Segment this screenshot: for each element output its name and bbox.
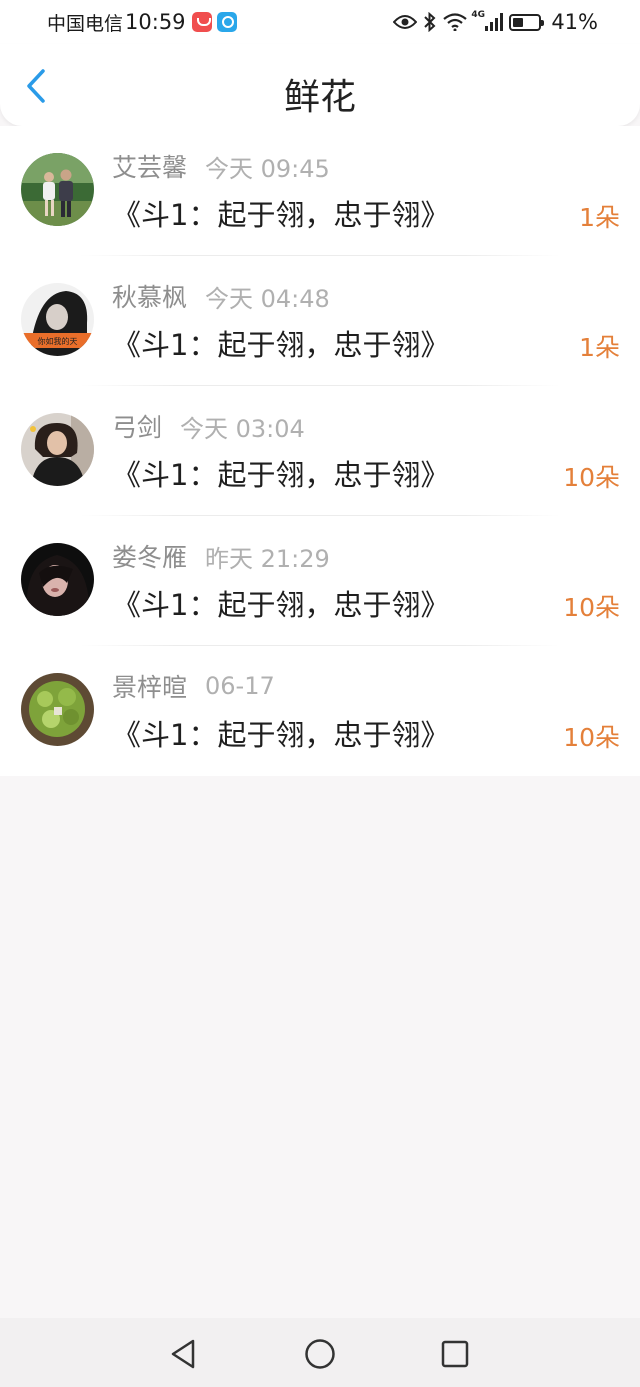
- shopping-app-icon: [191, 12, 212, 32]
- page-title: 鲜花: [283, 77, 356, 118]
- cellular-signal: 4G: [471, 10, 504, 31]
- battery-percent: 41%: [551, 10, 598, 34]
- wifi-icon: [443, 13, 468, 31]
- triangle-back-icon: [171, 1339, 195, 1369]
- bluetooth-icon: [424, 12, 436, 32]
- avatar[interactable]: [21, 153, 94, 226]
- nav-recents-button[interactable]: [435, 1334, 475, 1374]
- avatar[interactable]: [21, 543, 94, 616]
- flower-quantity: 10朵: [563, 593, 620, 622]
- gift-meta: 景梓暄 06-17: [112, 670, 275, 702]
- nav-home-button[interactable]: [300, 1334, 340, 1374]
- sender-name[interactable]: 娄冬雁: [112, 538, 187, 574]
- network-type-label: 4G: [471, 10, 485, 20]
- nav-back-button[interactable]: [163, 1334, 203, 1374]
- avatar[interactable]: [21, 413, 94, 486]
- gift-time: 今天 03:04: [180, 414, 305, 443]
- avatar[interactable]: [21, 673, 94, 746]
- flower-quantity: 1朵: [579, 333, 620, 362]
- status-left: 中国电信 10:59: [47, 8, 237, 36]
- status-bar: 中国电信 10:59 4G 41%: [0, 0, 640, 44]
- gift-meta: 艾芸馨 今天 09:45: [112, 148, 330, 184]
- list-item[interactable]: 娄冬雁 昨天 21:29 《斗1：起于翎，忠于翎》 10朵: [0, 516, 640, 646]
- sender-name[interactable]: 景梓暄: [112, 668, 187, 704]
- square-recents-icon: [441, 1340, 469, 1368]
- battery-fill: [513, 17, 524, 27]
- book-title[interactable]: 《斗1：起于翎，忠于翎》: [112, 712, 449, 754]
- book-title[interactable]: 《斗1：起于翎，忠于翎》: [112, 192, 449, 234]
- battery-icon: [509, 13, 545, 31]
- avatar-caption: 你如我的天: [38, 336, 78, 346]
- sender-name[interactable]: 艾芸馨: [112, 148, 187, 184]
- gift-meta: 秋慕枫 今天 04:48: [112, 278, 330, 314]
- system-nav-bar: [0, 1318, 640, 1387]
- signal-bars-icon: [485, 13, 504, 31]
- gift-meta: 娄冬雁 昨天 21:29: [112, 538, 330, 574]
- list-item[interactable]: 弓剑 今天 03:04 《斗1：起于翎，忠于翎》 10朵: [0, 386, 640, 516]
- status-right: 4G 41%: [393, 8, 598, 36]
- list-item[interactable]: 你如我的天 秋慕枫 今天 04:48 《斗1：起于翎，忠于翎》 1朵: [0, 256, 640, 386]
- page-header: 鲜花: [0, 44, 640, 126]
- gift-list: 艾芸馨 今天 09:45 《斗1：起于翎，忠于翎》 1朵 你如我的天 秋慕枫 今…: [0, 126, 640, 776]
- gift-time: 今天 04:48: [205, 284, 330, 313]
- book-title[interactable]: 《斗1：起于翎，忠于翎》: [112, 322, 449, 364]
- gift-meta: 弓剑 今天 03:04: [112, 408, 305, 444]
- gift-time: 06-17: [205, 672, 275, 700]
- sender-name[interactable]: 秋慕枫: [112, 278, 187, 314]
- sender-name[interactable]: 弓剑: [112, 408, 162, 444]
- avatar[interactable]: 你如我的天: [21, 283, 94, 356]
- eye-icon: [393, 15, 418, 29]
- flower-quantity: 10朵: [563, 463, 620, 492]
- search-app-icon: [216, 12, 237, 32]
- list-item[interactable]: 艾芸馨 今天 09:45 《斗1：起于翎，忠于翎》 1朵: [0, 126, 640, 256]
- book-title[interactable]: 《斗1：起于翎，忠于翎》: [112, 452, 449, 494]
- flower-quantity: 1朵: [579, 203, 620, 232]
- circle-home-icon: [305, 1339, 335, 1369]
- gift-time: 昨天 21:29: [205, 544, 330, 573]
- clock-time: 10:59: [125, 10, 186, 34]
- book-title[interactable]: 《斗1：起于翎，忠于翎》: [112, 582, 449, 624]
- gift-time: 今天 09:45: [205, 154, 330, 183]
- list-item[interactable]: 景梓暄 06-17 《斗1：起于翎，忠于翎》 10朵: [0, 646, 640, 776]
- flower-quantity: 10朵: [563, 723, 620, 752]
- carrier-name: 中国电信: [47, 12, 124, 35]
